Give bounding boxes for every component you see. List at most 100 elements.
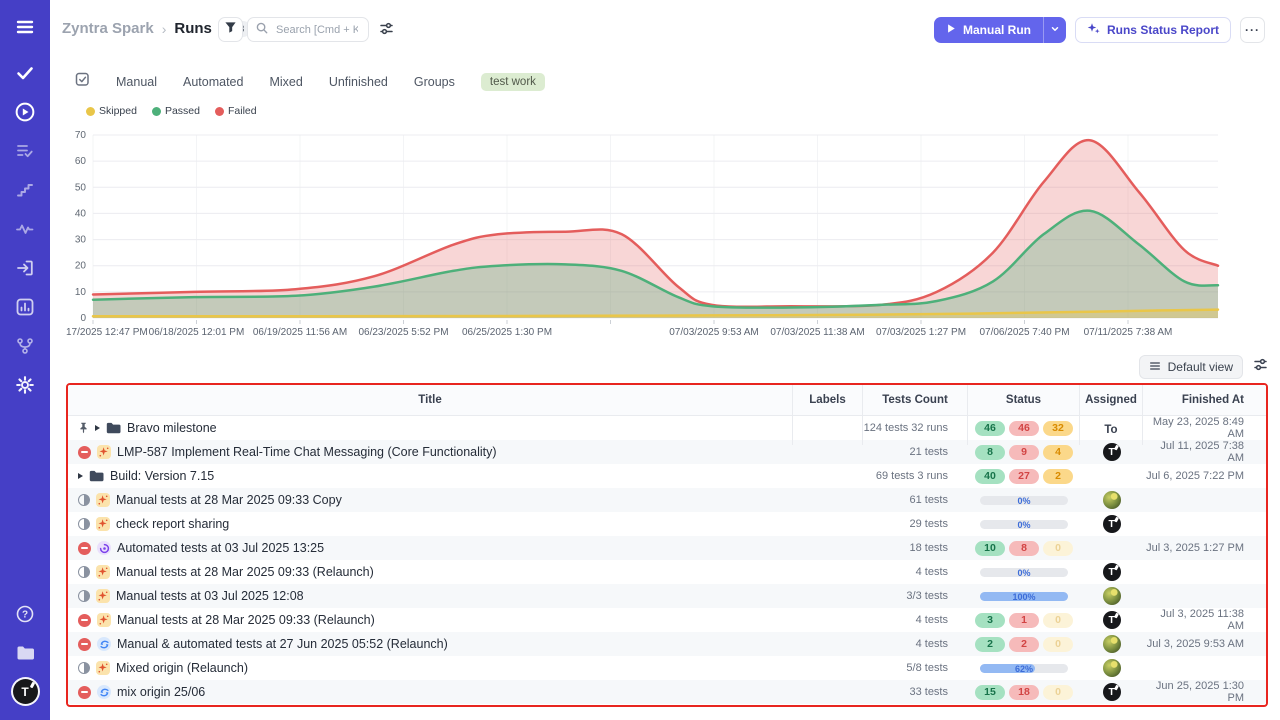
assignee-cell: T (1080, 563, 1143, 581)
projects-folder-icon[interactable] (12, 640, 38, 666)
breadcrumb-separator: › (162, 21, 167, 37)
breadcrumb-project[interactable]: Zyntra Spark (62, 20, 154, 37)
legend-label: Passed (165, 105, 200, 117)
column-header-tests-count[interactable]: Tests Count (863, 385, 968, 445)
table-row[interactable]: Manual & automated tests at 27 Jun 2025 … (68, 632, 1266, 656)
search-input[interactable] (274, 23, 360, 37)
run-title-cell: Manual tests at 03 Jul 2025 12:08 (68, 589, 793, 603)
passed-count-pill: 3 (975, 613, 1005, 628)
table-row[interactable]: Automated tests at 03 Jul 2025 13:25 18 t… (68, 536, 1266, 560)
table-toolbar: Default view (1139, 355, 1268, 379)
run-title[interactable]: Bravo milestone (127, 421, 217, 435)
filter-button[interactable] (218, 17, 243, 42)
legend-item-passed[interactable]: Passed (152, 105, 200, 117)
table-row[interactable]: check report sharing29 tests0%T (68, 512, 1266, 536)
svg-text:06/23/2025 5:52 PM: 06/23/2025 5:52 PM (358, 327, 448, 338)
run-title[interactable]: Automated tests at 03 Jul 2025 13:25 (117, 541, 324, 555)
test-cases-nav-icon[interactable] (12, 138, 38, 164)
tests-count: 18 tests (863, 542, 968, 554)
run-title[interactable]: Build: Version 7.15 (110, 469, 214, 483)
checks-nav-icon[interactable] (12, 60, 38, 86)
sign-in-nav-icon[interactable] (12, 255, 38, 281)
svg-text:06/19/2025 11:56 AM: 06/19/2025 11:56 AM (253, 327, 347, 338)
status-cell: 894 (968, 445, 1080, 460)
tab-groups[interactable]: Groups (414, 75, 455, 89)
run-title[interactable]: LMP-587 Implement Real-Time Chat Messagi… (117, 445, 497, 459)
status-cell: 15180 (968, 685, 1080, 700)
status-cell: 220 (968, 637, 1080, 652)
milestones-nav-icon[interactable] (12, 177, 38, 203)
table-settings-sliders-icon[interactable] (1253, 357, 1268, 377)
legend-dot (152, 107, 161, 116)
tests-count: 29 tests (863, 518, 968, 530)
assignee-avatar: T (1103, 563, 1121, 581)
tab-unfinished[interactable]: Unfinished (329, 75, 388, 89)
integrations-branch-nav-icon[interactable] (12, 333, 38, 359)
run-title[interactable]: Mixed origin (Relaunch) (116, 661, 248, 675)
run-title-cell: Manual tests at 28 Mar 2025 09:33 (Relau… (68, 565, 793, 579)
table-row[interactable]: Manual tests at 03 Jul 2025 12:083/3 tes… (68, 584, 1266, 608)
tab-mixed[interactable]: Mixed (269, 75, 302, 89)
tab-manual[interactable]: Manual (116, 75, 157, 89)
tests-count: 69 tests 3 runs (863, 470, 968, 482)
activity-nav-icon[interactable] (12, 216, 38, 242)
run-title-cell: Automated tests at 03 Jul 2025 13:25 (68, 541, 793, 555)
manual-run-dropdown-toggle[interactable] (1043, 17, 1066, 43)
runs-status-report-button[interactable]: Runs Status Report (1075, 17, 1231, 43)
tests-count: 4 tests (863, 614, 968, 626)
column-header-title[interactable]: Title (68, 385, 793, 445)
search-adjustments-icon[interactable] (379, 21, 395, 37)
run-title[interactable]: Manual tests at 28 Mar 2025 09:33 (Relau… (117, 613, 375, 627)
run-title[interactable]: check report sharing (116, 517, 229, 531)
run-title[interactable]: Manual tests at 28 Mar 2025 09:33 (Relau… (116, 565, 374, 579)
workspace-avatar[interactable]: T (13, 679, 38, 704)
help-icon[interactable]: ? (12, 601, 38, 627)
reports-nav-icon[interactable] (12, 294, 38, 320)
table-row[interactable]: Manual tests at 28 Mar 2025 09:33 Copy61… (68, 488, 1266, 512)
finished-at: Jul 3, 2025 11:38 AM (1143, 608, 1266, 632)
runs-nav-icon[interactable] (12, 99, 38, 125)
default-view-button[interactable]: Default view (1139, 355, 1243, 379)
tests-count: 33 tests (863, 686, 968, 698)
expand-chevron-icon[interactable] (78, 473, 83, 479)
tab-automated[interactable]: Automated (183, 75, 243, 89)
legend-item-failed[interactable]: Failed (215, 105, 257, 117)
status-cell: 40272 (968, 469, 1080, 484)
table-body: Bravo milestone124 tests 32 runs464632Ma… (68, 416, 1266, 704)
legend-item-skipped[interactable]: Skipped (86, 105, 137, 117)
table-row[interactable]: Manual tests at 28 Mar 2025 09:33 (Relau… (68, 560, 1266, 584)
stopped-status-icon (78, 446, 91, 459)
run-title[interactable]: Manual tests at 03 Jul 2025 12:08 (116, 589, 304, 603)
svg-text:07/03/2025 11:38 AM: 07/03/2025 11:38 AM (770, 327, 864, 338)
hamburger-menu-icon[interactable] (12, 14, 38, 40)
settings-gear-nav-icon[interactable] (12, 372, 38, 398)
assignee-cell (1080, 635, 1143, 653)
tests-count: 4 tests (863, 638, 968, 650)
progress-bar: 100% (980, 592, 1068, 601)
run-title[interactable]: Manual & automated tests at 27 Jun 2025 … (117, 637, 448, 651)
manual-run-icon (96, 565, 110, 579)
column-header-status[interactable]: Status (968, 385, 1080, 445)
table-row[interactable]: Manual tests at 28 Mar 2025 09:33 (Relau… (68, 608, 1266, 632)
svg-text:07/11/2025 7:38 AM: 07/11/2025 7:38 AM (1084, 327, 1173, 338)
column-header-assigned-to[interactable]: Assigned To (1080, 385, 1143, 445)
stopped-status-icon (78, 638, 91, 651)
table-row[interactable]: Build: Version 7.1569 tests 3 runs40272J… (68, 464, 1266, 488)
manual-run-button[interactable]: Manual Run (934, 17, 1043, 43)
expand-chevron-icon[interactable] (95, 425, 100, 431)
manual-run-icon (96, 589, 110, 603)
svg-text:30: 30 (75, 235, 87, 246)
more-options-button[interactable]: ··· (1240, 17, 1265, 43)
list-view-icon (1149, 360, 1161, 375)
runs-table-highlight-annotation: Title Labels Tests Count Status Assigned… (66, 383, 1268, 707)
play-icon (946, 23, 956, 37)
manual-run-icon (96, 517, 110, 531)
select-all-icon[interactable] (75, 72, 90, 92)
run-title[interactable]: mix origin 25/06 (117, 685, 205, 699)
column-header-labels[interactable]: Labels (793, 385, 863, 445)
search-box[interactable] (247, 17, 369, 42)
filter-tag-test-work[interactable]: test work (481, 73, 545, 91)
table-row[interactable]: mix origin 25/0633 tests15180TJun 25, 20… (68, 680, 1266, 704)
table-row[interactable]: Mixed origin (Relaunch)5/8 tests62% (68, 656, 1266, 680)
run-title[interactable]: Manual tests at 28 Mar 2025 09:33 Copy (116, 493, 342, 507)
